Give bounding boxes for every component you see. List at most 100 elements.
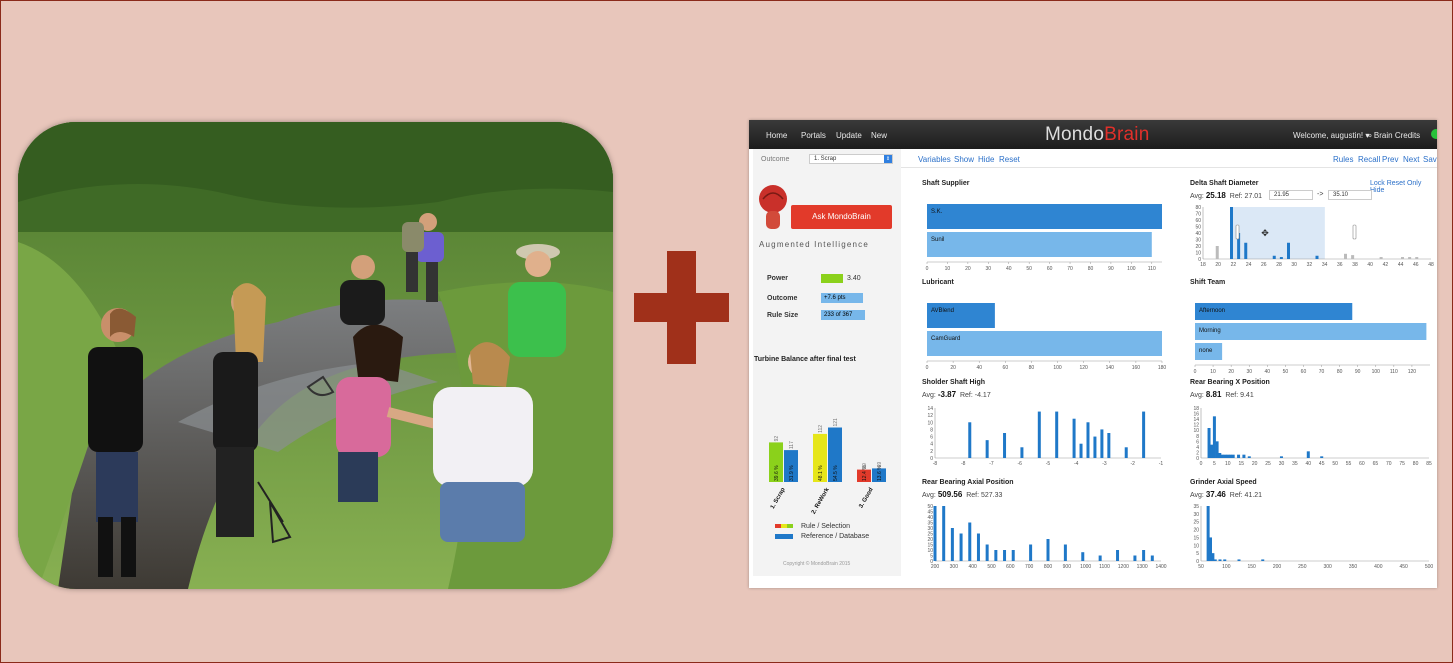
rear-x-xtick-0: 0 (1200, 461, 1203, 467)
tagline: Augmented Intelligence (759, 240, 870, 249)
nav-portals[interactable]: Portals (801, 131, 826, 140)
logo-part-2: Brain (1104, 124, 1150, 145)
rear-x-ytick-7: 14 (1193, 417, 1199, 423)
sidebar: Outcome 1. Scrap ⇕ Ask MondoBrain Augmen… (753, 149, 902, 576)
rear-axial-bar-4 (968, 522, 972, 561)
rear-axial-bar-16 (1133, 555, 1137, 561)
rear-axial-bar-7 (994, 550, 998, 561)
nav-update[interactable]: Update (836, 131, 862, 140)
shift-team-tick-label-1: 10 (1210, 369, 1216, 375)
rear-axial-xtick-10: 1200 (1118, 564, 1129, 570)
rear-x-ytick-5: 10 (1193, 428, 1199, 434)
grinder-bar-5 (1223, 559, 1227, 561)
rear-x-bar-12 (1247, 456, 1251, 458)
rear-axial-xtick-8: 1000 (1080, 564, 1091, 570)
sholder-ytick-5: 10 (927, 420, 933, 426)
delta-bar-12 (1287, 242, 1290, 259)
nav-home[interactable]: Home (766, 131, 787, 140)
brain-head-icon (759, 185, 787, 229)
delta-xtick-6: 30 (1291, 262, 1297, 268)
shaft-supplier-bar-label-1: Sunil (931, 237, 944, 243)
delta-xtick-3: 24 (1246, 262, 1252, 268)
rear-axial-bar-0 (933, 506, 937, 561)
rear-x-bar-5 (1220, 454, 1224, 458)
shift-team-tick-label-10: 100 (1372, 369, 1381, 375)
rear-x-xtick-8: 40 (1306, 461, 1312, 467)
top-navbar: Home Portals Update New MondoBrain Welco… (749, 120, 1437, 149)
rear-axial-xtick-5: 700 (1025, 564, 1034, 570)
delta-bar-2 (1215, 246, 1219, 259)
rear-x-bar-4 (1218, 453, 1222, 458)
sholder-bar-8 (1086, 422, 1090, 458)
turbine-chart-title: Turbine Balance after final test (754, 356, 856, 363)
plus-icon (634, 251, 729, 364)
rear-axial-bar-8 (1003, 550, 1007, 561)
delta-xtick-13: 44 (1398, 262, 1404, 268)
nav-new[interactable]: New (871, 131, 887, 140)
rear-axial-bar-2 (950, 528, 954, 561)
shift-team-bar-1 (1195, 323, 1427, 340)
delta-ytick-8: 80 (1195, 205, 1201, 211)
welcome-menu[interactable]: Welcome, augustin! ▾ (1293, 131, 1369, 140)
sholder-xtick-4: -5 (1046, 461, 1051, 467)
delta-bar-11 (1279, 257, 1283, 259)
delta-bar-10 (1272, 255, 1276, 259)
rear-x-xtick-11: 55 (1346, 461, 1352, 467)
lubricant-bar-label-0: AVBlend (931, 308, 954, 314)
outcome-select[interactable]: 1. Scrap ⇕ (809, 154, 893, 164)
turbine-rule-count-0: 92 (774, 436, 780, 442)
legend-swatch-blue (775, 534, 793, 539)
delta-ytick-6: 60 (1195, 218, 1201, 224)
rear-axial-ytick-9: 45 (927, 510, 933, 516)
outcome-stat-label: Outcome (767, 295, 798, 302)
delta-xtick-0: 18 (1200, 262, 1206, 268)
rear-axial-bar-9 (1011, 550, 1015, 561)
grinder-xtick-2: 150 (1247, 564, 1256, 570)
turbine-category-label-2: 3. Good (858, 487, 875, 510)
ask-mondobrain-button[interactable]: Ask MondoBrain (791, 205, 892, 229)
brain-credits[interactable]: ∞ Brain Credits (1366, 131, 1420, 140)
rear-x-xtick-10: 50 (1332, 461, 1338, 467)
shift-team-bar-label-1: Morning (1199, 328, 1221, 334)
shift-team-tick-label-3: 30 (1246, 369, 1252, 375)
range-handle-left-icon (1235, 224, 1240, 240)
lubricant-tick-label-7: 140 (1106, 365, 1115, 371)
lubricant-tick-label-0: 0 (926, 365, 929, 371)
delta-xtick-11: 40 (1367, 262, 1373, 268)
sholder-bar-3 (1020, 447, 1024, 458)
delta-xtick-5: 28 (1276, 262, 1282, 268)
turbine-ref-label-0: 31.9 % (789, 465, 795, 481)
grinder-bar-6 (1237, 559, 1241, 561)
stream-scene (18, 122, 613, 589)
grinder-ytick-7: 35 (1193, 504, 1199, 510)
grinder-xtick-0: 50 (1198, 564, 1204, 570)
shaft-supplier-tick-label-11: 110 (1148, 266, 1156, 272)
grinder-ytick-0: 0 (1196, 559, 1199, 565)
sholder-xtick-2: -7 (989, 461, 994, 467)
rear-axial-bar-1 (942, 506, 946, 561)
grinder-xtick-1: 100 (1222, 564, 1231, 570)
status-dot-icon (1431, 129, 1437, 139)
delta-xtick-15: 48 (1428, 262, 1434, 268)
rear-x-ytick-1: 2 (1196, 450, 1199, 456)
rear-x-ytick-8: 16 (1193, 412, 1199, 418)
lubricant-tick-label-9: 180 (1158, 365, 1167, 371)
sholder-bar-6 (1072, 418, 1076, 458)
delta-xtick-1: 20 (1215, 262, 1221, 268)
turbine-rule-count-1: 112 (818, 425, 824, 433)
rear-x-bar-3 (1215, 441, 1219, 458)
field-trip-photo (18, 122, 613, 589)
lubricant-tick-label-5: 100 (1053, 365, 1062, 371)
grinder-xtick-8: 450 (1399, 564, 1408, 570)
grinder-xtick-6: 350 (1349, 564, 1358, 570)
logo-part-1: Mondo (1045, 124, 1105, 145)
sholder-xtick-8: -1 (1159, 461, 1164, 467)
delta-ytick-3: 30 (1195, 238, 1201, 244)
sholder-ytick-0: 0 (930, 456, 933, 462)
rear-x-bar-14 (1306, 451, 1310, 458)
grinder-xtick-5: 300 (1323, 564, 1332, 570)
shift-team-tick-label-11: 110 (1390, 369, 1398, 375)
rear-x-xtick-16: 80 (1413, 461, 1419, 467)
rear-x-xtick-13: 65 (1373, 461, 1379, 467)
sholder-ytick-4: 8 (930, 427, 933, 433)
